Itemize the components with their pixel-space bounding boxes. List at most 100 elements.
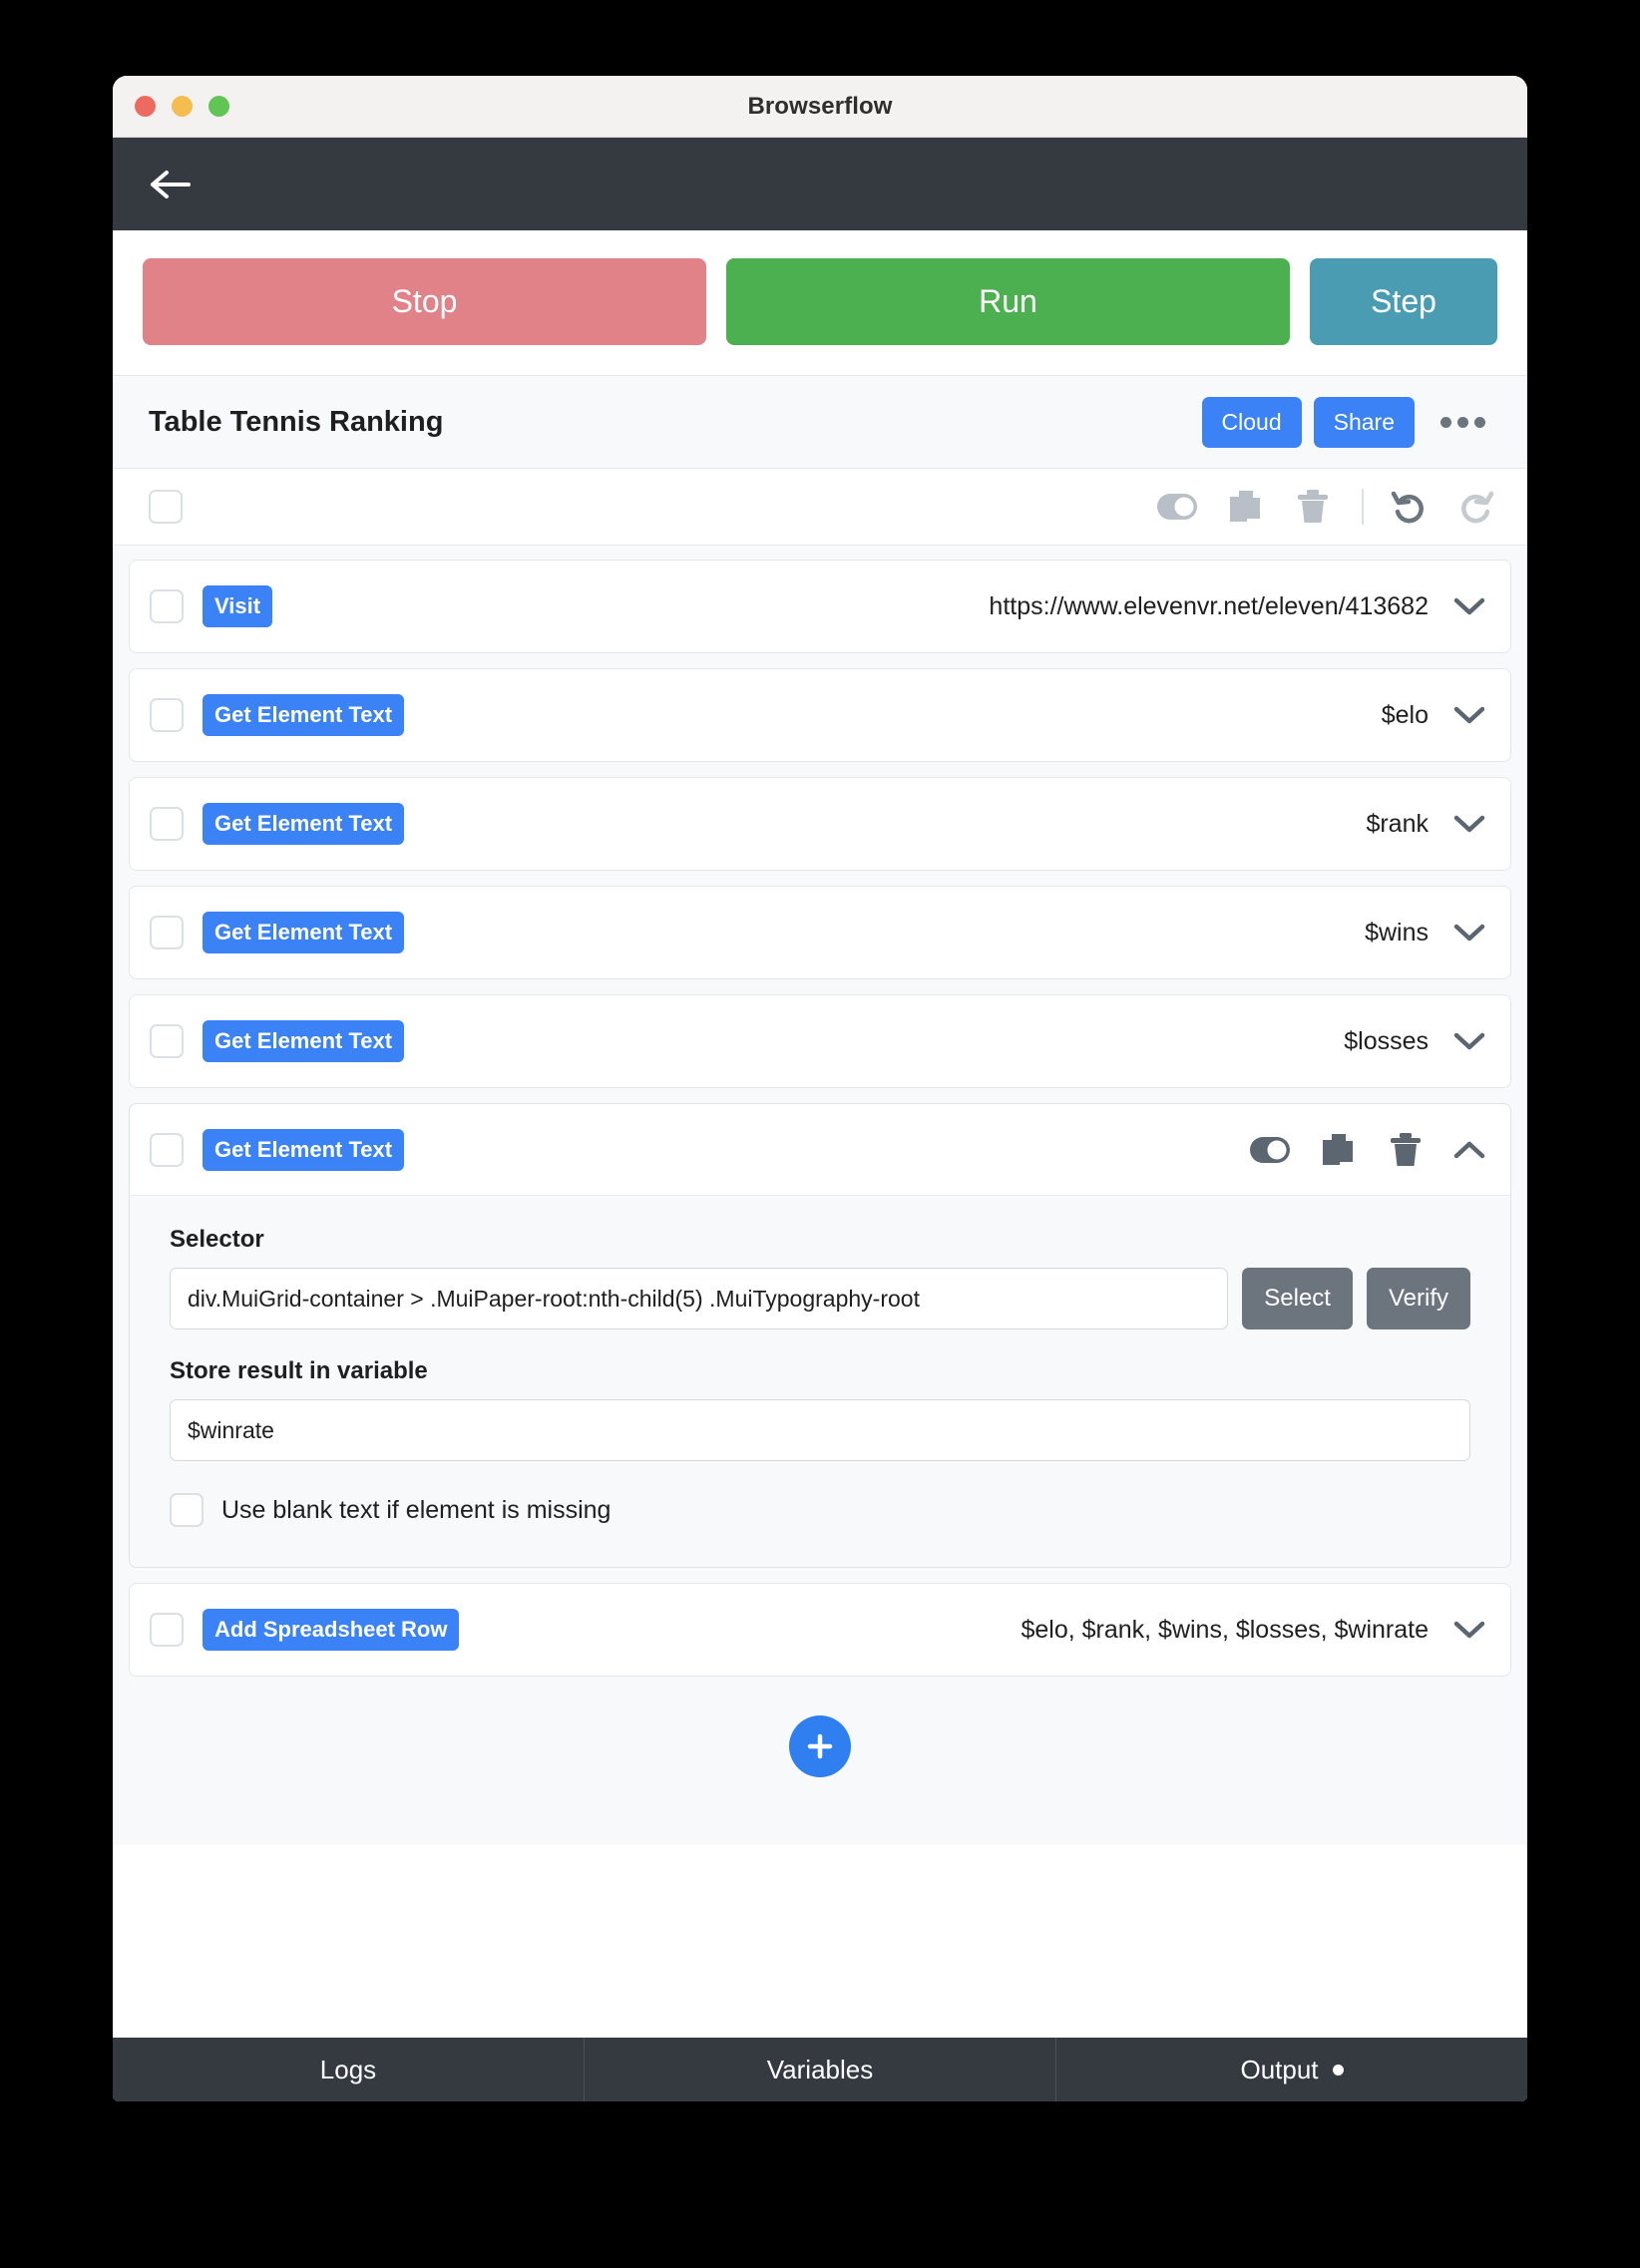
expand-step-button[interactable]	[1450, 1022, 1488, 1060]
share-button[interactable]: Share	[1313, 396, 1415, 448]
output-indicator-dot	[1332, 2064, 1344, 2076]
step-checkbox[interactable]	[150, 807, 184, 841]
variable-input[interactable]	[170, 1399, 1470, 1461]
selector-label: Selector	[170, 1226, 264, 1253]
step-summary: $elo, $rank, $wins, $losses, $winrate	[1021, 1615, 1429, 1644]
window-title: Browserflow	[747, 92, 893, 120]
step-summary: https://www.elevenvr.net/eleven/413682	[989, 591, 1429, 620]
undo-icon	[1391, 491, 1424, 524]
step-type-badge: Visit	[203, 585, 273, 627]
expand-step-button[interactable]	[1450, 587, 1488, 625]
arrow-left-icon	[151, 170, 191, 198]
step-checkbox[interactable]	[150, 1613, 184, 1647]
flow-header: Table Tennis Ranking Cloud Share	[113, 376, 1527, 469]
add-step-row	[129, 1692, 1511, 1777]
step-card: Visit https://www.elevenvr.net/eleven/41…	[129, 560, 1511, 653]
select-element-button[interactable]: Select	[1242, 1268, 1353, 1329]
step-checkbox[interactable]	[150, 1132, 184, 1167]
window-titlebar: Browserflow	[113, 76, 1527, 138]
expand-step-button[interactable]	[1450, 805, 1488, 843]
verify-selector-button[interactable]: Verify	[1366, 1268, 1470, 1329]
blank-text-option-row: Use blank text if element is missing	[170, 1493, 1470, 1527]
step-type-badge: Get Element Text	[203, 1128, 405, 1171]
step-toggle-enabled-button[interactable]	[1247, 1127, 1293, 1173]
variable-field-row	[170, 1399, 1470, 1461]
stop-button[interactable]: Stop	[143, 258, 706, 345]
delete-button[interactable]	[1290, 484, 1336, 530]
chevron-down-icon	[1453, 597, 1485, 615]
app-window: Browserflow Stop Run Step Table Tennis R…	[113, 76, 1527, 2101]
tab-logs[interactable]: Logs	[113, 2038, 585, 2101]
more-horizontal-icon	[1457, 416, 1468, 428]
chevron-down-icon	[1453, 924, 1485, 942]
steps-toolbar	[113, 469, 1527, 546]
step-card: Get Element Text $losses	[129, 994, 1511, 1088]
collapse-step-button[interactable]	[1450, 1131, 1488, 1169]
step-row[interactable]: Get Element Text $losses	[130, 995, 1510, 1087]
duplicate-button[interactable]	[1222, 484, 1268, 530]
trash-icon	[1391, 1132, 1421, 1166]
step-summary: $elo	[1381, 700, 1429, 729]
chevron-down-icon	[1453, 815, 1485, 833]
tab-variables-label: Variables	[766, 2054, 874, 2084]
select-all-checkbox[interactable]	[149, 490, 183, 524]
step-card: Get Element Text $rank	[129, 777, 1511, 871]
tab-output-label: Output	[1240, 2054, 1319, 2084]
step-type-badge: Add Spreadsheet Row	[203, 1609, 460, 1651]
step-row[interactable]: Get Element Text $wins	[130, 887, 1510, 978]
step-summary: $losses	[1344, 1026, 1429, 1055]
tab-output[interactable]: Output	[1056, 2038, 1527, 2101]
step-checkbox[interactable]	[150, 698, 184, 732]
more-horizontal-icon	[1474, 416, 1485, 428]
step-duplicate-button[interactable]	[1315, 1127, 1361, 1173]
step-card: Get Element Text $elo	[129, 668, 1511, 762]
copy-icon	[1230, 491, 1260, 522]
chevron-down-icon	[1453, 706, 1485, 724]
redo-icon	[1461, 491, 1494, 524]
step-row[interactable]: Add Spreadsheet Row $elo, $rank, $wins, …	[130, 1584, 1510, 1676]
more-options-button[interactable]	[1436, 407, 1489, 438]
back-button[interactable]	[145, 159, 197, 210]
more-horizontal-icon	[1440, 416, 1451, 428]
copy-icon	[1323, 1133, 1353, 1165]
step-card: Get Element Text $wins	[129, 886, 1511, 979]
tab-logs-label: Logs	[319, 2054, 377, 2084]
step-row[interactable]: Get Element Text $rank	[130, 778, 1510, 870]
cloud-button[interactable]: Cloud	[1201, 396, 1302, 448]
chevron-down-icon	[1453, 1621, 1485, 1639]
step-row[interactable]: Get Element Text	[130, 1104, 1510, 1196]
navigation-bar	[113, 138, 1527, 230]
step-checkbox[interactable]	[150, 589, 184, 623]
use-blank-text-checkbox[interactable]	[170, 1493, 204, 1527]
toggle-enabled-button[interactable]	[1154, 484, 1200, 530]
variable-label: Store result in variable	[170, 1357, 428, 1384]
step-checkbox[interactable]	[150, 1024, 184, 1058]
selector-field-row: Select Verify	[170, 1268, 1470, 1329]
undo-button[interactable]	[1386, 484, 1432, 530]
run-controls: Stop Run Step	[113, 230, 1527, 376]
expand-step-button[interactable]	[1450, 696, 1488, 734]
step-type-badge: Get Element Text	[203, 803, 405, 845]
selector-input[interactable]	[170, 1268, 1229, 1329]
step-details-panel: Selector Select Verify Store result in v…	[130, 1196, 1510, 1567]
redo-button[interactable]	[1453, 484, 1499, 530]
steps-list: Visit https://www.elevenvr.net/eleven/41…	[113, 546, 1527, 1845]
chevron-up-icon	[1453, 1141, 1485, 1158]
run-button[interactable]: Run	[726, 258, 1290, 345]
step-type-badge: Get Element Text	[203, 1020, 405, 1062]
expand-step-button[interactable]	[1450, 914, 1488, 951]
add-step-button[interactable]	[789, 1715, 851, 1777]
bottom-tabbar: Logs Variables Output	[113, 2038, 1527, 2101]
step-row[interactable]: Visit https://www.elevenvr.net/eleven/41…	[130, 561, 1510, 652]
use-blank-text-label: Use blank text if element is missing	[221, 1495, 612, 1524]
step-delete-button[interactable]	[1383, 1127, 1429, 1173]
step-card-expanded: Get Element Text Selector div.MuiGrid-co…	[129, 1103, 1511, 1568]
step-type-badge: Get Element Text	[203, 912, 405, 953]
step-checkbox[interactable]	[150, 916, 184, 949]
toolbar-divider	[1362, 489, 1364, 525]
step-row[interactable]: Get Element Text $elo	[130, 669, 1510, 761]
tab-variables[interactable]: Variables	[585, 2038, 1056, 2101]
expand-step-button[interactable]	[1450, 1611, 1488, 1649]
step-button[interactable]: Step	[1310, 258, 1497, 345]
chevron-down-icon	[1453, 1032, 1485, 1050]
